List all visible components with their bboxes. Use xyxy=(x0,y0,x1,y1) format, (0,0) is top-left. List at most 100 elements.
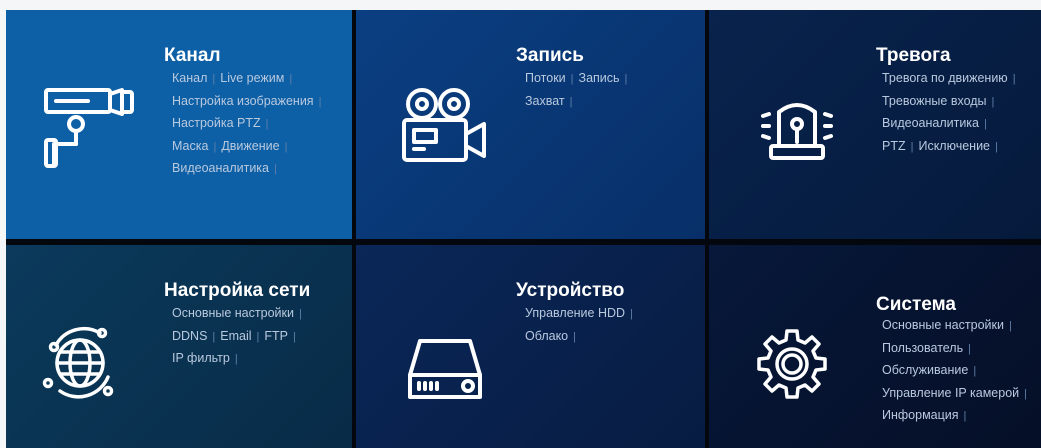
separator: | xyxy=(624,73,628,85)
separator: | xyxy=(573,330,576,343)
separator: | xyxy=(910,140,914,153)
link-row: Облако | xyxy=(525,325,638,348)
link-row: Настройка PTZ | xyxy=(172,112,326,135)
menu-link[interactable]: IP фильтр xyxy=(172,351,230,365)
menu-link[interactable]: Live режим xyxy=(220,71,284,85)
menu-link[interactable]: PTZ xyxy=(882,139,906,153)
link-row: Маска | Движение | xyxy=(172,135,326,158)
separator: | xyxy=(995,140,998,153)
link-row: PTZ | Исключение | xyxy=(882,135,1021,158)
link-row: Канал | Live режим | xyxy=(172,67,326,90)
gear-icon xyxy=(755,327,829,401)
separator: | xyxy=(289,73,293,85)
link-row: Обслуживание | xyxy=(882,359,1032,382)
separator: | xyxy=(630,308,633,320)
separator: | xyxy=(212,330,216,343)
separator: | xyxy=(968,342,971,355)
menu-link[interactable]: FTP xyxy=(264,329,288,343)
menu-link[interactable]: Информация xyxy=(882,408,959,422)
menu-link[interactable]: Настройка изображения xyxy=(172,94,314,108)
menu-link[interactable]: Настройка PTZ xyxy=(172,116,261,130)
link-row: Видеоаналитика | xyxy=(172,157,326,180)
separator: | xyxy=(293,330,296,343)
link-row: Основные настройки | xyxy=(882,314,1032,337)
tile-title: Система xyxy=(876,294,956,315)
menu-link[interactable]: Маска xyxy=(172,139,208,153)
separator: | xyxy=(973,365,977,377)
menu-link[interactable]: Управление IP камерой xyxy=(882,386,1019,400)
link-row: Потоки | Запись | xyxy=(525,67,632,90)
separator: | xyxy=(1012,73,1016,85)
menu-link[interactable]: Управление HDD xyxy=(525,306,625,320)
tile-links: Тревога по движению | Тревожные входы | Виде… xyxy=(882,67,1021,157)
tile-alarm[interactable]: Тревога Тревога по движению | Тревожные вх… xyxy=(709,10,1041,239)
main-menu-grid: Канал Канал | Live режим | Настройка изображ… xyxy=(6,10,1041,448)
separator: | xyxy=(212,73,216,85)
menu-link[interactable]: Видеоаналитика xyxy=(172,161,269,175)
hdd-device-icon xyxy=(406,337,484,401)
tile-title: Тревога xyxy=(876,45,951,66)
tile-system[interactable]: Система Основные настройки | Пользователь |… xyxy=(709,245,1041,448)
video-camera-icon xyxy=(400,86,500,166)
tile-channel[interactable]: Канал Канал | Live режим | Настройка изображ… xyxy=(6,10,352,239)
link-row: Пользователь | xyxy=(882,337,1032,360)
tile-title: Настройка сети xyxy=(164,280,311,301)
separator: | xyxy=(318,95,322,108)
menu-link[interactable]: Запись xyxy=(579,71,620,85)
tile-links: Управление HDD | Облако | xyxy=(525,302,638,347)
link-row: Настройка изображения | xyxy=(172,90,326,113)
tile-network[interactable]: Настройка сети Основные настройки | DDNS | E… xyxy=(6,245,352,448)
globe-network-icon xyxy=(42,323,118,401)
tile-record[interactable]: Запись Потоки | Запись | Захват | xyxy=(356,10,705,239)
separator: | xyxy=(265,118,269,130)
link-row: Основные настройки | xyxy=(172,302,307,325)
camera-icon xyxy=(42,84,142,170)
separator: | xyxy=(570,73,574,85)
link-row: Видеоаналитика | xyxy=(882,112,1021,135)
separator: | xyxy=(991,95,995,108)
separator: | xyxy=(213,140,217,153)
separator: | xyxy=(963,410,967,422)
tile-title: Устройство xyxy=(516,280,625,301)
separator: | xyxy=(298,308,302,320)
tile-device[interactable]: Устройство Управление HDD | Облако | xyxy=(356,245,705,448)
tile-title: Запись xyxy=(516,45,584,66)
menu-link[interactable]: Видеоаналитика xyxy=(882,116,979,130)
link-row: IP фильтр | xyxy=(172,347,307,370)
link-row: Тревога по движению | xyxy=(882,67,1021,90)
menu-link[interactable]: Пользователь xyxy=(882,341,963,355)
tile-links: Основные настройки | Пользователь | Обслужив… xyxy=(882,314,1032,427)
alarm-beacon-icon xyxy=(759,96,835,162)
menu-link[interactable]: Тревога по движению xyxy=(882,71,1008,85)
tile-links: Канал | Live режим | Настройка изображения | Н… xyxy=(172,67,326,180)
tile-links: Потоки | Запись | Захват | xyxy=(525,67,632,112)
menu-link[interactable]: Захват xyxy=(525,94,565,108)
separator: | xyxy=(274,163,277,175)
menu-link[interactable]: DDNS xyxy=(172,329,207,343)
menu-link[interactable]: Потоки xyxy=(525,71,566,85)
separator: | xyxy=(284,140,288,153)
menu-link[interactable]: Движение xyxy=(221,139,279,153)
menu-link[interactable]: Обслуживание xyxy=(882,363,968,377)
link-row: DDNS | Email | FTP | xyxy=(172,325,307,348)
menu-link[interactable]: Тревожные входы xyxy=(882,94,987,108)
separator: | xyxy=(234,353,238,365)
separator: | xyxy=(984,118,987,130)
menu-link[interactable]: Исключение xyxy=(918,139,990,153)
menu-link[interactable]: Основные настройки xyxy=(172,306,294,320)
separator: | xyxy=(1008,320,1012,332)
link-row: Тревожные входы | xyxy=(882,90,1021,113)
separator: | xyxy=(1024,387,1028,400)
link-row: Захват | xyxy=(525,90,632,113)
separator: | xyxy=(569,95,573,108)
separator: | xyxy=(256,330,260,343)
tile-links: Основные настройки | DDNS | Email | FTP | IP фил… xyxy=(172,302,307,370)
menu-link[interactable]: Облако xyxy=(525,329,568,343)
link-row: Управление IP камерой | xyxy=(882,382,1032,405)
menu-link[interactable]: Email xyxy=(220,329,251,343)
link-row: Информация | xyxy=(882,404,1032,427)
menu-link[interactable]: Канал xyxy=(172,71,207,85)
link-row: Управление HDD | xyxy=(525,302,638,325)
menu-link[interactable]: Основные настройки xyxy=(882,318,1004,332)
tile-title: Канал xyxy=(164,45,221,66)
